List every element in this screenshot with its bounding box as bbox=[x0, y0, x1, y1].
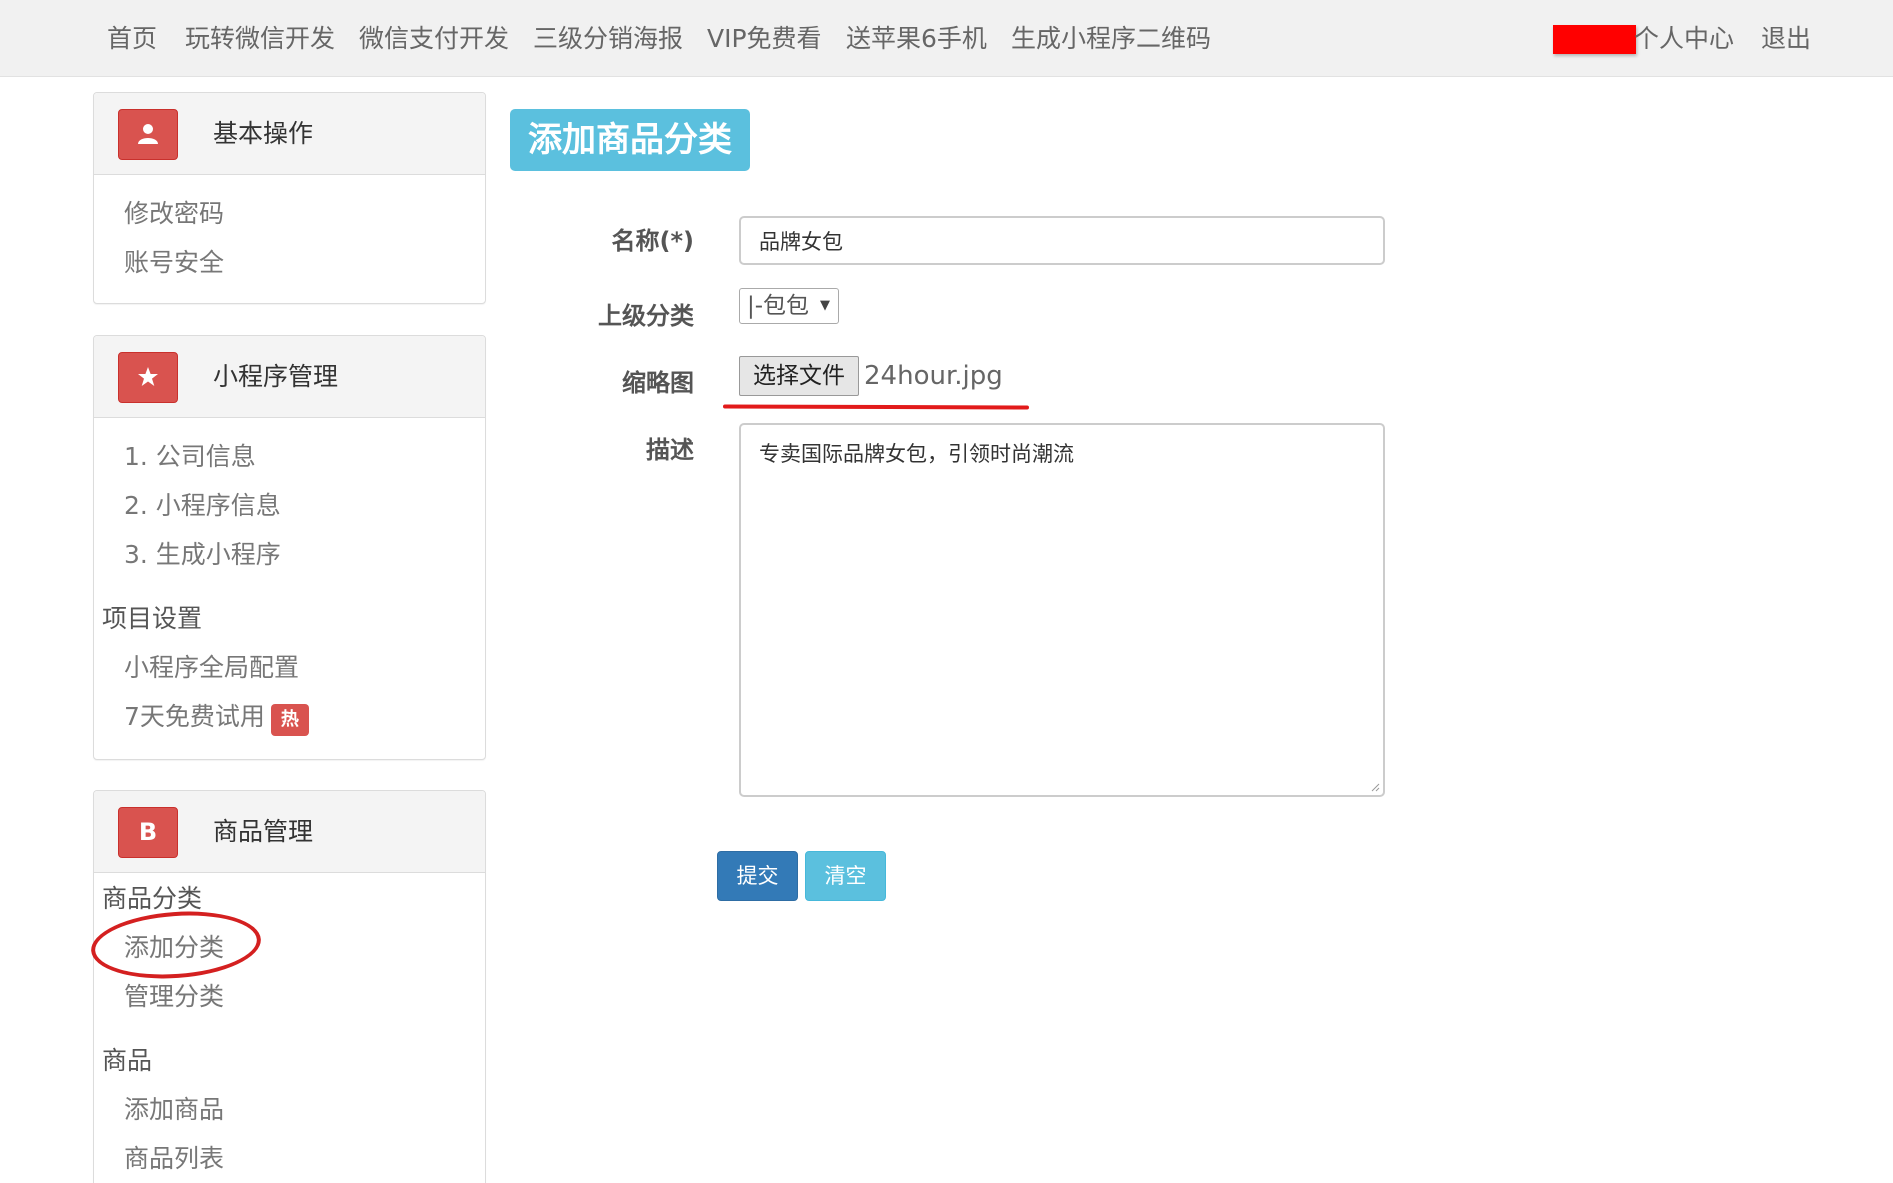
annotation-underline bbox=[722, 404, 1030, 410]
submit-button[interactable]: 提交 bbox=[717, 851, 798, 901]
nav-home[interactable]: 首页 bbox=[107, 21, 157, 57]
name-input[interactable] bbox=[739, 216, 1385, 265]
name-label: 名称(*) bbox=[611, 227, 695, 255]
sidebar-free-trial-label: 7天免费试用 bbox=[124, 702, 265, 731]
hot-badge: 热 bbox=[270, 704, 309, 736]
sidebar-add-goods[interactable]: 添加商品 bbox=[124, 1092, 224, 1128]
nav-distribution-poster[interactable]: 三级分销海报 bbox=[533, 21, 683, 57]
parent-category-label: 上级分类 bbox=[598, 302, 694, 330]
sidebar-account-security[interactable]: 账号安全 bbox=[124, 245, 224, 281]
sidebar-manage-category[interactable]: 管理分类 bbox=[124, 979, 224, 1015]
parent-category-value: |-包包 bbox=[747, 293, 810, 319]
sidebar-change-password[interactable]: 修改密码 bbox=[124, 196, 224, 232]
top-navbar: 首页 玩转微信开发 微信支付开发 三级分销海报 VIP免费看 送苹果6手机 生成… bbox=[0, 0, 1893, 77]
panel-basic-ops: 基本操作 修改密码 账号安全 bbox=[93, 92, 486, 304]
description-text: 专卖国际品牌女包，引领时尚潮流 bbox=[759, 442, 1074, 466]
description-label: 描述 bbox=[646, 436, 694, 464]
panel-basic-ops-title: 基本操作 bbox=[213, 119, 314, 148]
panel-miniprogram-header: 小程序管理 bbox=[94, 336, 485, 418]
panel-miniprogram: 小程序管理 1. 公司信息 2. 小程序信息 3. 生成小程序 项目设置 小程序… bbox=[93, 335, 486, 760]
bitcoin-glyph: B bbox=[138, 818, 158, 846]
sidebar-group-project-settings: 项目设置 bbox=[102, 604, 203, 633]
description-textarea[interactable]: 专卖国际品牌女包，引领时尚潮流 bbox=[739, 423, 1385, 797]
nav-wechat-dev[interactable]: 玩转微信开发 bbox=[185, 21, 335, 57]
bitcoin-icon: B bbox=[118, 807, 178, 858]
sidebar-free-trial[interactable]: 7天免费试用热 bbox=[124, 699, 309, 736]
panel-miniprogram-title: 小程序管理 bbox=[213, 362, 339, 391]
sidebar-group-goods: 商品 bbox=[102, 1046, 153, 1075]
chevron-down-icon: ▼ bbox=[820, 298, 830, 313]
selected-file-name: 24hour.jpg bbox=[864, 361, 1003, 391]
parent-category-select[interactable]: |-包包 ▼ bbox=[739, 288, 839, 324]
nav-vip-free[interactable]: VIP免费看 bbox=[707, 21, 822, 57]
sidebar-global-config[interactable]: 小程序全局配置 bbox=[124, 650, 299, 686]
sidebar-generate-miniprogram[interactable]: 3. 生成小程序 bbox=[124, 537, 281, 573]
nav-iphone-gift[interactable]: 送苹果6手机 bbox=[846, 21, 987, 57]
thumbnail-label: 缩略图 bbox=[622, 369, 694, 397]
choose-file-button[interactable]: 选择文件 bbox=[739, 356, 859, 396]
panel-goods: B 商品管理 商品分类 添加分类 管理分类 商品 添加商品 商品列表 bbox=[93, 790, 486, 1183]
resize-grip-icon[interactable] bbox=[1370, 782, 1380, 792]
star-icon bbox=[118, 352, 178, 403]
panel-basic-ops-header: 基本操作 bbox=[94, 93, 485, 175]
sidebar-miniprogram-info[interactable]: 2. 小程序信息 bbox=[124, 488, 281, 524]
user-icon bbox=[118, 109, 178, 160]
redacted-username bbox=[1553, 25, 1636, 54]
nav-logout[interactable]: 退出 bbox=[1761, 21, 1811, 57]
panel-goods-header: B 商品管理 bbox=[94, 791, 485, 873]
page-title: 添加商品分类 bbox=[510, 109, 750, 171]
panel-goods-title: 商品管理 bbox=[213, 817, 314, 846]
clear-button[interactable]: 清空 bbox=[805, 851, 886, 901]
nav-user-center[interactable]: 个人中心 bbox=[1634, 21, 1734, 57]
nav-wechat-pay[interactable]: 微信支付开发 bbox=[359, 21, 509, 57]
sidebar-goods-list[interactable]: 商品列表 bbox=[124, 1141, 224, 1177]
sidebar-company-info[interactable]: 1. 公司信息 bbox=[124, 439, 256, 475]
nav-miniprogram-qrcode[interactable]: 生成小程序二维码 bbox=[1011, 21, 1211, 57]
